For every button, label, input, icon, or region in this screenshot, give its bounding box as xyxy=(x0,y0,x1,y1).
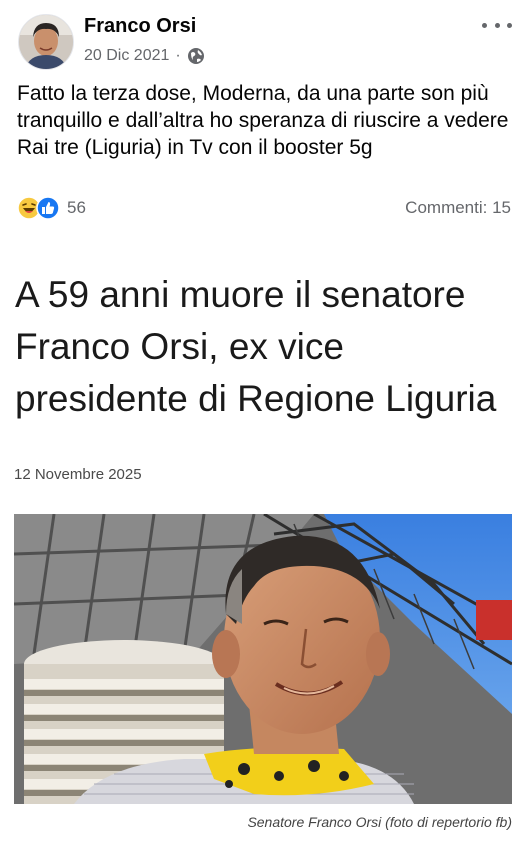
reaction-icons[interactable] xyxy=(17,196,63,220)
reactions-row: 56 Commenti: 15 xyxy=(17,196,511,220)
comments-count[interactable]: Commenti: 15 xyxy=(405,198,511,218)
post-header: Franco Orsi 20 Dic 2021 · xyxy=(0,0,526,76)
reaction-count[interactable]: 56 xyxy=(67,198,86,218)
photo-caption: Senatore Franco Orsi (foto di repertorio… xyxy=(247,814,512,830)
post-text: Fatto la terza dose, Moderna, da una par… xyxy=(17,82,509,159)
more-options-icon[interactable] xyxy=(482,14,512,36)
like-reaction-icon xyxy=(36,196,60,220)
meta-separator: · xyxy=(175,47,181,64)
author-avatar[interactable] xyxy=(18,14,74,70)
article-title: A 59 anni muore il senatore Franco Orsi,… xyxy=(15,273,497,419)
avatar-photo xyxy=(19,15,73,69)
article-date: 12 Novembre 2025 xyxy=(14,466,142,483)
post-date[interactable]: 20 Dic 2021 xyxy=(84,47,169,65)
post-meta: 20 Dic 2021 · xyxy=(84,46,205,66)
globe-icon xyxy=(187,47,205,65)
author-name[interactable]: Franco Orsi xyxy=(84,15,196,38)
article-photo xyxy=(14,514,512,804)
